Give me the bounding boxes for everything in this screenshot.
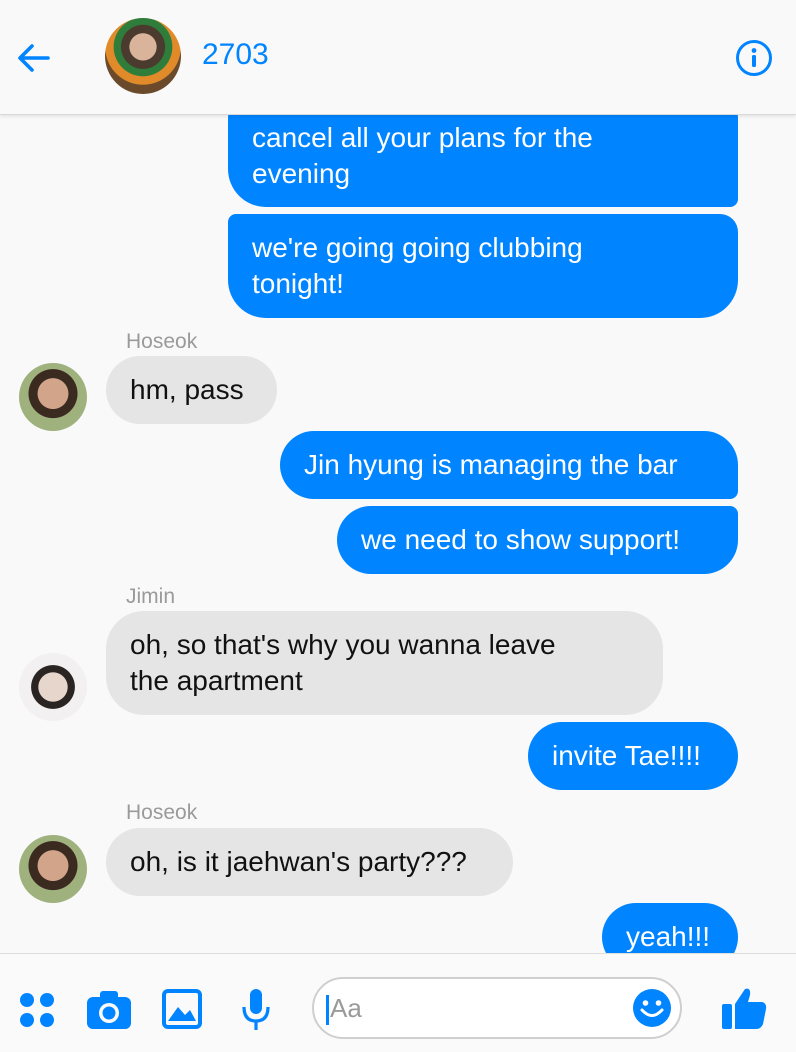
message-bubble-outgoing[interactable]: invite Tae!!!! bbox=[528, 722, 738, 790]
image-icon[interactable] bbox=[162, 989, 202, 1029]
apps-grid-icon[interactable] bbox=[17, 990, 57, 1030]
message-bubble-outgoing[interactable]: we need to show support! bbox=[337, 506, 738, 574]
message-bubble-outgoing[interactable]: we're going going clubbing tonight! bbox=[228, 214, 738, 318]
input-placeholder: Aa bbox=[330, 993, 362, 1023]
conversation-avatar[interactable] bbox=[105, 18, 181, 94]
info-circle-icon[interactable] bbox=[735, 39, 773, 77]
sender-avatar[interactable] bbox=[19, 363, 87, 431]
message-bubble-outgoing[interactable]: yeah!!! bbox=[602, 903, 738, 953]
sender-name: Hoseok bbox=[126, 330, 198, 353]
message-bubble-incoming[interactable]: oh, so that's why you wanna leave the ap… bbox=[106, 611, 663, 715]
sender-avatar[interactable] bbox=[19, 653, 87, 721]
message-thread[interactable]: cancel all your plans for the evening we… bbox=[0, 115, 796, 953]
microphone-icon[interactable] bbox=[241, 988, 271, 1032]
message-bubble-incoming[interactable]: oh, is it jaehwan's party??? bbox=[106, 828, 513, 896]
message-bubble-outgoing[interactable]: cancel all your plans for the evening bbox=[228, 115, 738, 207]
sender-name: Hoseok bbox=[126, 801, 198, 824]
thumbs-up-icon[interactable] bbox=[721, 986, 767, 1030]
message-composer: Aa bbox=[0, 953, 796, 1052]
conversation-title[interactable]: 2703 bbox=[202, 38, 269, 72]
conversation-header: 2703 bbox=[0, 0, 796, 115]
sender-avatar[interactable] bbox=[19, 835, 87, 903]
camera-icon[interactable] bbox=[86, 990, 132, 1030]
sender-name: Jimin bbox=[126, 585, 176, 608]
message-bubble-incoming[interactable]: hm, pass bbox=[106, 356, 277, 424]
message-input[interactable]: Aa bbox=[312, 977, 682, 1039]
arrow-left-icon[interactable] bbox=[14, 38, 54, 78]
emoji-icon[interactable] bbox=[632, 988, 672, 1028]
text-caret bbox=[326, 995, 329, 1025]
message-bubble-outgoing[interactable]: Jin hyung is managing the bar bbox=[280, 431, 738, 499]
